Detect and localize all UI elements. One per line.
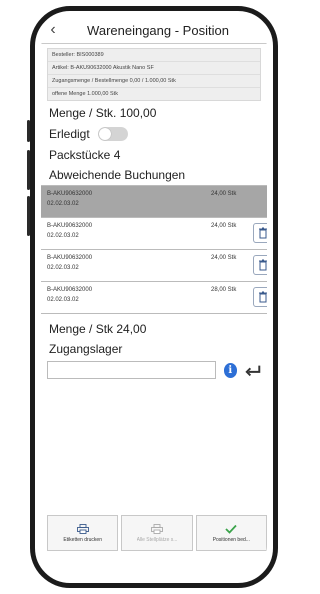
list-item[interactable]: B-AKU90632000 02.02.03.02 24,00 Stk › — [41, 218, 267, 250]
checkmark-icon — [225, 524, 237, 534]
packages-label: Packstücke 4 — [49, 148, 121, 162]
storage-label: Zugangslager — [49, 342, 123, 356]
enter-icon[interactable] — [245, 363, 261, 378]
bookings-list: B-AKU90632000 02.02.03.02 24,00 Stk › B-… — [41, 185, 267, 314]
trash-icon — [259, 227, 267, 239]
row-quantity: 28,00 Stk — [211, 287, 237, 293]
info-icon[interactable]: i — [223, 362, 237, 378]
confirm-positions-label: Positionen bed... — [212, 536, 250, 543]
action-footer: Etiketten drucken Alle Stellplätze s... … — [47, 515, 267, 551]
delete-button[interactable] — [253, 223, 267, 243]
quantity-info: Zugangsmenge / Bestellmenge 0,00 / 1.000… — [48, 75, 260, 88]
row-quantity: 24,00 Stk — [211, 223, 237, 229]
list-item[interactable]: B-AKU90632000 02.02.03.02 28,00 Stk › — [41, 282, 267, 314]
list-item[interactable]: B-AKU90632000 02.02.03.02 24,00 Stk › — [41, 250, 267, 282]
row-article: B-AKU90632000 — [47, 223, 93, 229]
row-date: 02.02.03.02 — [47, 233, 79, 239]
order-info-panel: Besteller: BIS000389 Artikel: B-AKU90632… — [47, 48, 261, 101]
trash-icon — [259, 291, 267, 303]
trash-icon — [259, 259, 267, 271]
phone-frame: ‹ Wareneingang - Position Besteller: BIS… — [30, 6, 278, 588]
quantity-total-label: Menge / Stk 24,00 — [49, 322, 147, 336]
printer-icon — [151, 523, 163, 534]
header-bar: ‹ Wareneingang - Position — [41, 17, 267, 44]
row-quantity: 24,00 Stk — [211, 255, 237, 261]
done-label: Erledigt — [49, 127, 90, 141]
printer-icon — [76, 523, 89, 534]
done-row: Erledigt — [49, 127, 259, 141]
article-info: Artikel: B-AKU90632000 Akustik Nano SF — [48, 62, 260, 75]
deviating-bookings-heading: Abweichende Buchungen — [49, 168, 186, 182]
order-number: Besteller: BIS000389 — [48, 49, 260, 62]
delete-button[interactable] — [253, 287, 267, 307]
print-labels-button[interactable]: Etiketten drucken — [47, 515, 119, 551]
back-button[interactable]: ‹ — [41, 21, 65, 39]
storage-input-row: i — [47, 361, 261, 379]
print-labels-label: Etiketten drucken — [63, 536, 102, 543]
quantity-label: Menge / Stk. 100,00 — [49, 106, 157, 120]
confirm-positions-button[interactable]: Positionen bed... — [195, 515, 267, 551]
row-quantity: 24,00 Stk — [211, 191, 237, 197]
storage-input[interactable] — [47, 361, 216, 379]
row-article: B-AKU90632000 — [47, 255, 93, 261]
done-toggle[interactable] — [97, 127, 128, 141]
list-item[interactable]: B-AKU90632000 02.02.03.02 24,00 Stk › — [41, 186, 267, 218]
all-locations-label: Alle Stellplätze s... — [136, 536, 178, 543]
row-article: B-AKU90632000 — [47, 191, 93, 197]
row-date: 02.02.03.02 — [47, 265, 79, 271]
row-article: B-AKU90632000 — [47, 287, 93, 293]
chevron-left-icon: ‹ — [50, 21, 56, 38]
all-locations-button[interactable]: Alle Stellplätze s... — [121, 515, 193, 551]
page-title: Wareneingang - Position — [87, 22, 229, 38]
row-date: 02.02.03.02 — [47, 297, 79, 303]
delete-button[interactable] — [253, 255, 267, 275]
open-quantity: offene Menge 1.000,00 Stk — [52, 91, 118, 97]
row-date: 02.02.03.02 — [47, 201, 79, 207]
app-screen: ‹ Wareneingang - Position Besteller: BIS… — [41, 17, 267, 577]
